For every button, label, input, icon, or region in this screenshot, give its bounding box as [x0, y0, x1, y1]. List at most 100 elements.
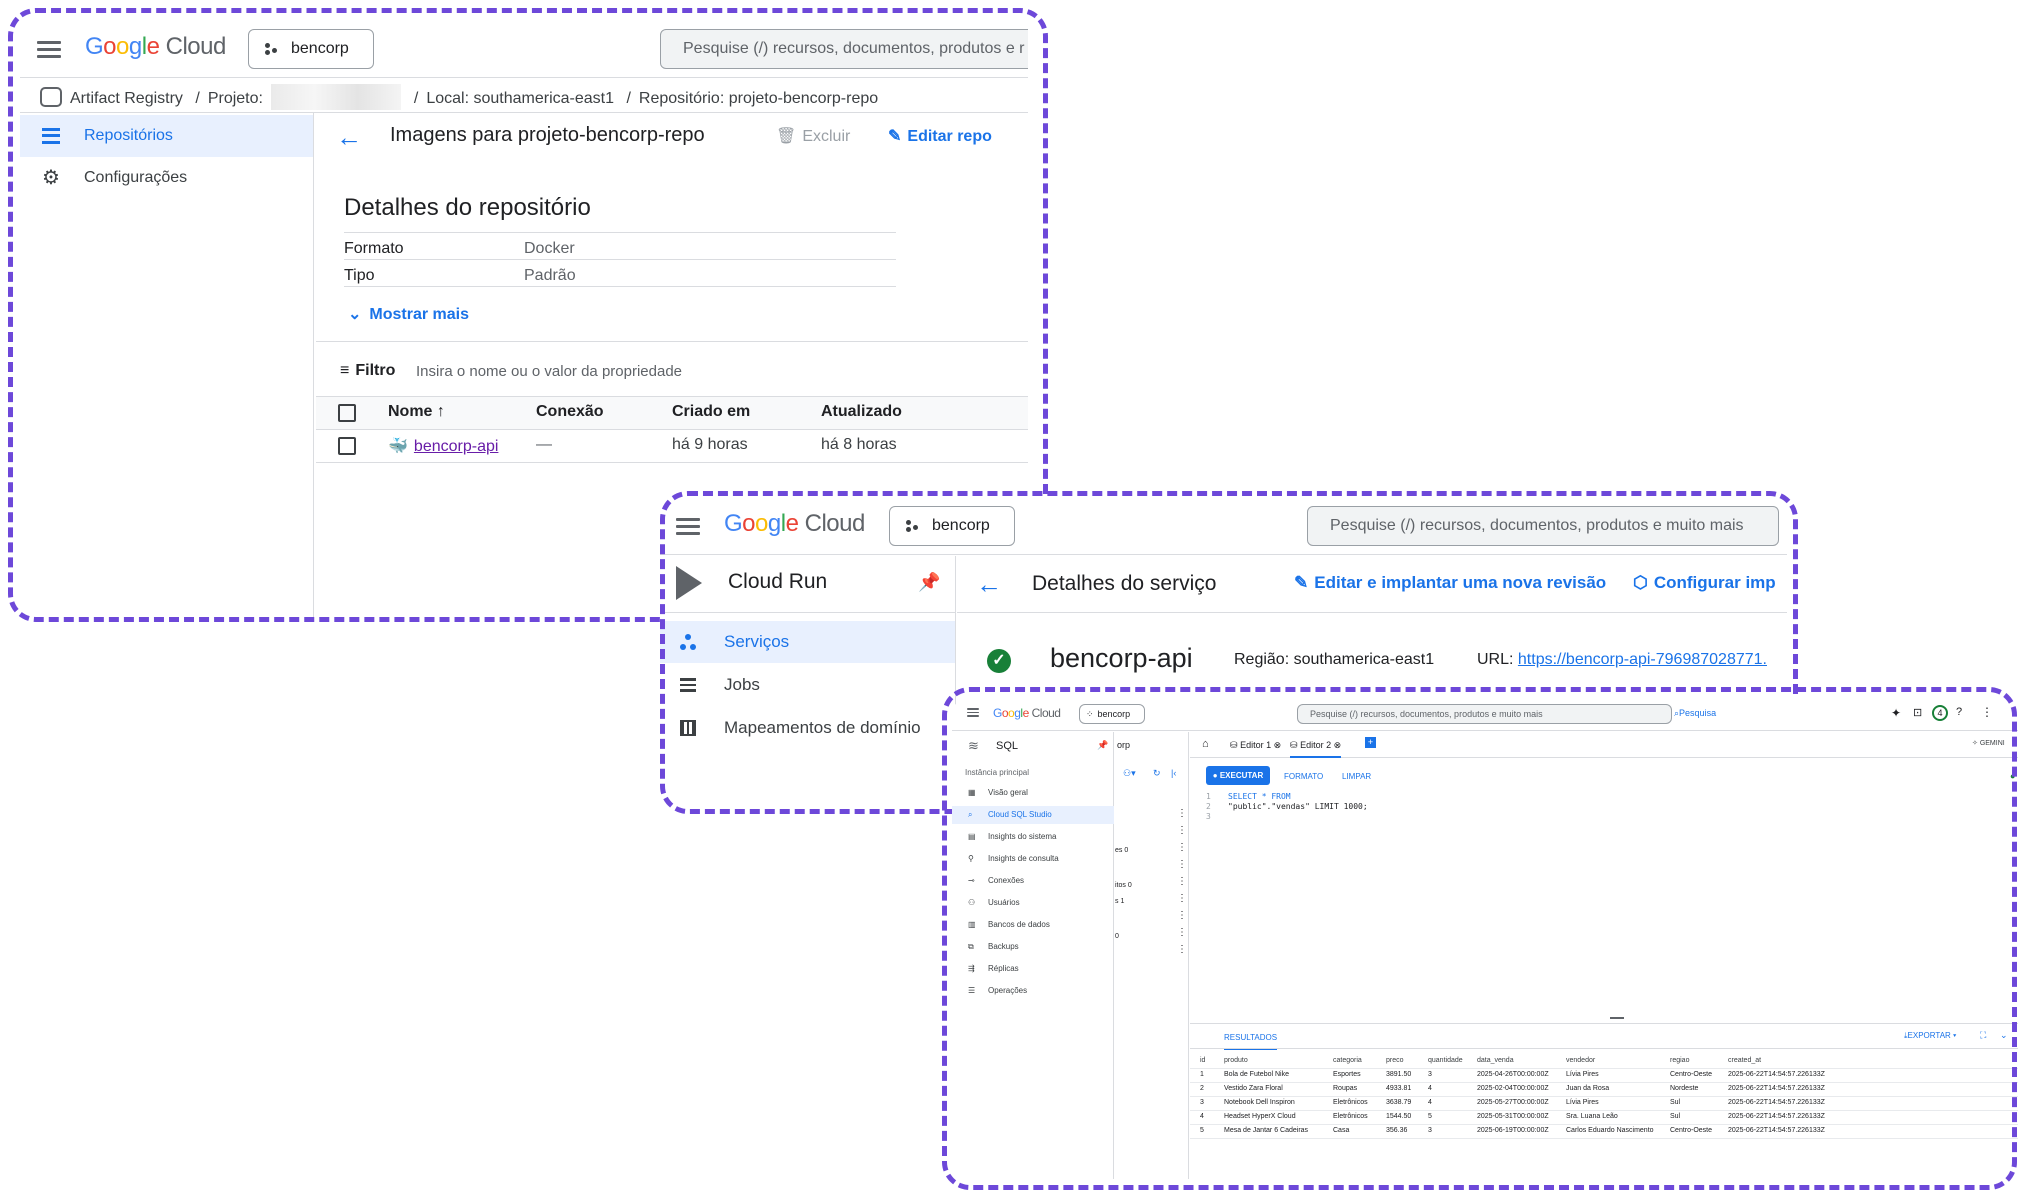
gemini-spark-icon[interactable]: ✦: [1891, 706, 1901, 720]
col-atualizado[interactable]: Atualizado: [821, 403, 902, 421]
sql-nav-item[interactable]: ▦ Visão geral: [952, 784, 1114, 802]
more-vert-icon[interactable]: ⋮: [1177, 842, 1187, 853]
filter-input[interactable]: Insira o nome ou o valor da propriedade: [416, 363, 682, 380]
results-cell: Notebook Dell Inspiron: [1224, 1099, 1295, 1106]
gemini-button[interactable]: ✧ GEMINI: [1972, 739, 2005, 747]
menu-icon[interactable]: [37, 37, 61, 62]
table-row: 2 Vestido Zara Floral Roupas 4933.81 4 2025-0…: [1190, 1084, 2018, 1097]
help-icon[interactable]: ?: [1956, 706, 1962, 718]
redacted-project-id: [271, 84, 402, 110]
backups-icon: ⧉: [968, 942, 974, 951]
tab-editor-1[interactable]: ⛁ Editor 1 ⊗: [1230, 740, 1281, 751]
sidebar-item-jobs[interactable]: Jobs: [660, 664, 955, 706]
menu-icon[interactable]: [967, 706, 979, 719]
col-criado[interactable]: Criado em: [672, 403, 750, 421]
google-cloud-logo[interactable]: Google Cloud: [724, 510, 865, 538]
google-cloud-logo[interactable]: Google Cloud: [85, 33, 226, 61]
menu-icon[interactable]: [676, 514, 700, 539]
new-tab-button[interactable]: +: [1365, 737, 1376, 748]
run-button[interactable]: ● EXECUTAR: [1206, 766, 1270, 785]
back-arrow-icon[interactable]: ←: [976, 569, 1002, 600]
sql-nav-item[interactable]: ▤ Insights do sistema: [952, 828, 1114, 846]
pin-icon[interactable]: 📌: [1097, 740, 1108, 751]
results-cell: Nordeste: [1670, 1085, 1699, 1092]
more-vert-icon[interactable]: ⋮: [1177, 808, 1187, 819]
sidebar-item-repositorios[interactable]: Repositórios: [20, 115, 313, 157]
sidebar-item-servicos[interactable]: Serviços: [660, 621, 955, 663]
results-cell: 3: [1428, 1071, 1432, 1078]
results-cell: Mesa de Jantar 6 Cadeiras: [1224, 1127, 1309, 1134]
terminal-icon[interactable]: ⊡: [1913, 706, 1922, 719]
export-button[interactable]: ⤓EXPORTAR ▾: [1904, 1031, 1956, 1041]
sql-editor-pane: ⌂ ⛁ Editor 1 ⊗ ⛁ Editor 2 ⊗ + ✧ GEMINI ●…: [1190, 732, 2018, 1179]
breadcrumb-project[interactable]: Projeto:: [208, 90, 263, 107]
sql-code-editor[interactable]: 1 SELECT * FROM 2 "public"."vendas" LIMIT 1…: [1206, 792, 1368, 822]
more-vert-icon[interactable]: ⋮: [1177, 944, 1187, 955]
artifact-registry-icon: [40, 87, 62, 107]
close-tab-icon[interactable]: ⊗: [1274, 740, 1282, 750]
col-conexao[interactable]: Conexão: [536, 403, 604, 421]
sql-nav-item[interactable]: ⧉ Backups: [952, 938, 1114, 956]
configure-button[interactable]: ⬡ Configurar imp: [1633, 573, 1776, 593]
service-url-link[interactable]: https://bencorp-api-796987028771.: [1518, 651, 1767, 668]
breadcrumb-service[interactable]: Artifact Registry: [70, 90, 183, 107]
delete-button[interactable]: 🗑 Excluir: [776, 126, 850, 146]
search-input[interactable]: Pesquise (/) recursos, documentos, produ…: [1307, 506, 1779, 546]
search-input[interactable]: Pesquise (/) recursos, documentos, produ…: [1297, 704, 1672, 724]
close-tab-icon[interactable]: ⊗: [1334, 740, 1342, 750]
row-checkbox[interactable]: [338, 437, 356, 455]
sql-nav-item[interactable]: ⊸ Conexões: [952, 872, 1114, 890]
col-nome[interactable]: Nome ↑: [388, 403, 445, 421]
sql-nav-item[interactable]: ⚇ Usuários: [952, 894, 1114, 912]
breadcrumb-location[interactable]: Local: southamerica-east1: [426, 90, 614, 107]
more-vert-icon[interactable]: ⋮: [1177, 927, 1187, 938]
more-vert-icon[interactable]: ⋮: [1177, 859, 1187, 870]
google-cloud-logo[interactable]: Google Cloud: [993, 706, 1061, 720]
tab-editor-2[interactable]: ⛁ Editor 2 ⊗: [1290, 740, 1342, 758]
pin-icon[interactable]: 📌: [918, 572, 940, 593]
more-vert-icon[interactable]: ⋮: [1981, 705, 1993, 719]
sidebar-item-configuracoes[interactable]: ⚙ Configurações: [20, 157, 313, 199]
config-gear-icon: ⬡: [1633, 573, 1648, 592]
breadcrumb-repo[interactable]: Repositório: projeto-bencorp-repo: [639, 90, 878, 107]
select-all-checkbox[interactable]: [338, 404, 356, 422]
search-input[interactable]: Pesquise (/) recursos, documentos, produ…: [660, 29, 1028, 69]
editor-splitter[interactable]: [1610, 1017, 1624, 1019]
more-vert-icon[interactable]: ⋮: [1177, 876, 1187, 887]
results-cell: 5: [1200, 1127, 1204, 1134]
databases-icon: ▥: [968, 920, 976, 929]
project-picker[interactable]: bencorp: [889, 506, 1015, 546]
collapse-icon[interactable]: |‹: [1171, 768, 1176, 778]
results-cell: 1544.50: [1386, 1113, 1412, 1120]
format-button[interactable]: FORMATO: [1284, 772, 1323, 781]
sql-nav-item[interactable]: ⚲ Insights de consulta: [952, 850, 1114, 868]
project-picker[interactable]: ⁘ bencorp: [1079, 704, 1145, 724]
sort-arrow-icon: ↑: [436, 403, 445, 420]
add-user-icon[interactable]: ⚇▾: [1123, 768, 1136, 779]
back-arrow-icon[interactable]: ←: [336, 122, 362, 153]
sql-nav-item[interactable]: ⌕ Cloud SQL Studio: [952, 806, 1114, 824]
more-vert-icon[interactable]: ⋮: [1177, 910, 1187, 921]
edit-repo-button[interactable]: ✎ Editar repo: [888, 126, 992, 146]
results-cell: 2025-06-22T14:54:57.226133Z: [1728, 1099, 1825, 1106]
clear-button[interactable]: LIMPAR: [1342, 772, 1371, 781]
sidebar-item-mapeamentos[interactable]: Mapeamentos de domínio: [660, 707, 955, 749]
sql-nav-item[interactable]: ▥ Bancos de dados: [952, 916, 1114, 934]
image-name[interactable]: 🐳 bencorp-api: [388, 436, 498, 456]
chevron-down-icon[interactable]: ⌄: [2000, 1030, 2008, 1041]
edit-deploy-button[interactable]: ✎ Editar e implantar uma nova revisão: [1294, 573, 1606, 593]
more-vert-icon[interactable]: ⋮: [1177, 825, 1187, 836]
more-vert-icon[interactable]: ⋮: [1177, 893, 1187, 904]
notifications-badge[interactable]: 4: [1932, 705, 1948, 721]
home-icon[interactable]: ⌂: [1202, 738, 1209, 750]
results-cell: Eletrônicos: [1333, 1099, 1368, 1106]
connections-icon: ⊸: [968, 876, 975, 885]
fullscreen-icon[interactable]: ⛶: [1980, 1030, 1986, 1041]
search-button[interactable]: ⌕Pesquisa: [1674, 708, 1716, 719]
sql-logo-icon: ≋: [968, 738, 979, 753]
refresh-icon[interactable]: ↻: [1153, 768, 1161, 779]
project-picker[interactable]: bencorp: [248, 29, 374, 69]
sql-nav-item[interactable]: ⇶ Réplicas: [952, 960, 1114, 978]
show-more-button[interactable]: ⌄ Mostrar mais: [348, 304, 469, 324]
sql-nav-item[interactable]: ☰ Operações: [952, 982, 1114, 1000]
